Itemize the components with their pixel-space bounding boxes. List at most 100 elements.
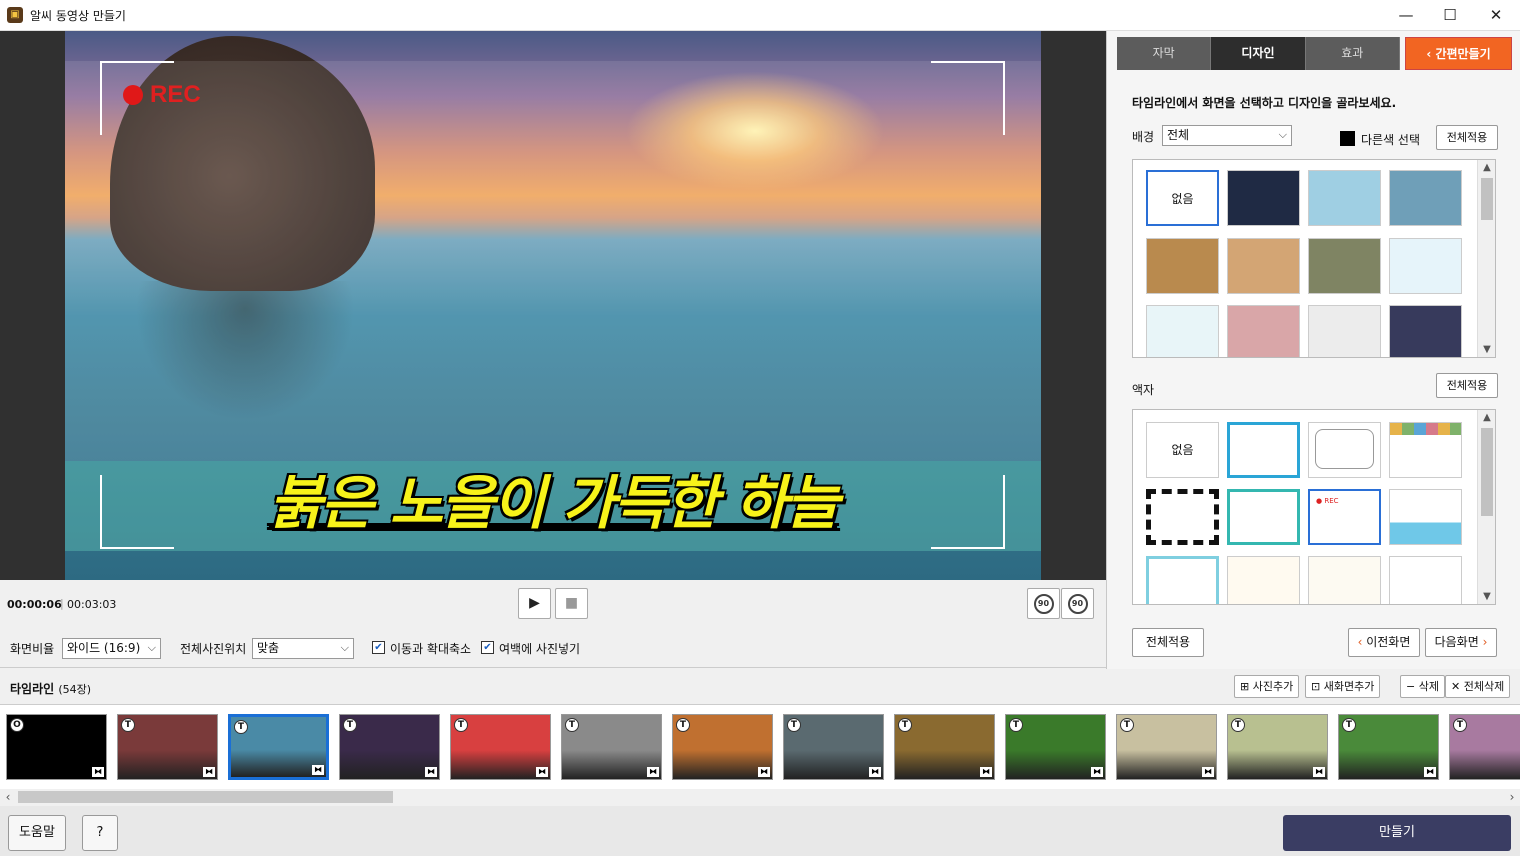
- timeline-thumbnail[interactable]: T⧓: [672, 714, 773, 780]
- rotate-right-button[interactable]: 90: [1061, 588, 1094, 619]
- frame-scrollbar[interactable]: ▲ ▼: [1477, 410, 1495, 604]
- bg-tile[interactable]: [1227, 238, 1300, 294]
- prev-screen-button[interactable]: ‹ 이전화면: [1348, 628, 1420, 657]
- timeline-thumbnail[interactable]: T⧓: [561, 714, 662, 780]
- frame-tile-film[interactable]: [1146, 489, 1219, 545]
- rotate-left-button[interactable]: 90: [1027, 588, 1060, 619]
- bg-scroll-thumb[interactable]: [1481, 178, 1493, 220]
- add-screen-button[interactable]: ⊡ 새화면추가: [1305, 675, 1381, 698]
- move-zoom-checkbox[interactable]: ✔: [372, 641, 385, 654]
- frame-tile-rec[interactable]: ● REC: [1308, 489, 1381, 545]
- transition-icon[interactable]: ⧓: [869, 767, 881, 777]
- frame-tile-whale[interactable]: [1389, 489, 1462, 545]
- play-button[interactable]: ▶: [518, 588, 551, 619]
- maximize-button[interactable]: ☐: [1427, 0, 1473, 31]
- bg-tile[interactable]: [1146, 238, 1219, 294]
- background-filter-select[interactable]: 전체: [1162, 125, 1292, 146]
- timeline-scrollbar[interactable]: ‹ ›: [0, 789, 1520, 805]
- timeline-thumbnail[interactable]: O ⧓: [6, 714, 107, 780]
- transition-icon[interactable]: ⧓: [536, 767, 548, 777]
- next-screen-button[interactable]: 다음화면 ›: [1425, 628, 1497, 657]
- bg-tile[interactable]: [1308, 170, 1381, 226]
- transition-icon[interactable]: ⧓: [1202, 767, 1214, 777]
- timeline-thumbnail[interactable]: T⧓: [1338, 714, 1439, 780]
- frame-tile-none[interactable]: 없음: [1146, 422, 1219, 478]
- frame-tile-bunting[interactable]: [1389, 422, 1462, 478]
- question-button[interactable]: ?: [82, 815, 118, 851]
- bg-scrollbar[interactable]: ▲ ▼: [1477, 160, 1495, 357]
- bg-tile[interactable]: [1146, 305, 1219, 357]
- timeline-thumbnail[interactable]: T⧓: [339, 714, 440, 780]
- bg-tile[interactable]: [1227, 305, 1300, 357]
- other-color-label[interactable]: 다른색 선택: [1361, 131, 1420, 148]
- scroll-up-icon[interactable]: ▲: [1478, 412, 1495, 423]
- tab-subtitle[interactable]: 자막: [1117, 37, 1212, 70]
- apply-all-button[interactable]: 전체적용: [1132, 628, 1204, 657]
- transition-icon[interactable]: ⧓: [312, 765, 324, 775]
- easy-make-button[interactable]: ‹ 간편만들기: [1405, 37, 1512, 70]
- ratio-select[interactable]: 와이드 (16:9): [62, 638, 161, 659]
- make-button[interactable]: 만들기: [1283, 815, 1511, 851]
- add-photo-button[interactable]: ⊞ 사진추가: [1234, 675, 1300, 698]
- frame-tile-notebook[interactable]: [1308, 556, 1381, 604]
- timeline-thumbnail[interactable]: T⧓: [1449, 714, 1520, 780]
- transition-icon[interactable]: ⧓: [1313, 767, 1325, 777]
- transition-icon[interactable]: ⧓: [758, 767, 770, 777]
- transition-icon[interactable]: ⧓: [203, 767, 215, 777]
- timeline-thumbnail[interactable]: T⧓: [450, 714, 551, 780]
- transition-icon[interactable]: ⧓: [425, 767, 437, 777]
- timeline-thumbnail[interactable]: T⧓: [894, 714, 995, 780]
- bg-apply-all-button[interactable]: 전체적용: [1436, 125, 1498, 150]
- preview-area: REC 붉은 노을이 가득한 하늘: [0, 31, 1106, 580]
- position-select[interactable]: 맞춤: [252, 638, 354, 659]
- bg-tile[interactable]: [1389, 238, 1462, 294]
- delete-all-button[interactable]: ✕ 전체삭제: [1445, 675, 1511, 698]
- frame-tile-autumn[interactable]: [1389, 556, 1462, 604]
- add-screen-label: 새화면추가: [1323, 680, 1375, 693]
- timeline-thumbnail[interactable]: T⧓: [1005, 714, 1106, 780]
- scroll-down-icon[interactable]: ▼: [1478, 591, 1495, 602]
- transition-icon[interactable]: ⧓: [92, 767, 104, 777]
- close-button[interactable]: ✕: [1473, 0, 1519, 31]
- help-button[interactable]: 도움말: [8, 815, 66, 851]
- transition-icon[interactable]: ⧓: [1424, 767, 1436, 777]
- scroll-left-icon[interactable]: ‹: [0, 789, 16, 805]
- stop-button[interactable]: ■: [555, 588, 588, 619]
- bg-tile[interactable]: [1389, 170, 1462, 226]
- bg-tile[interactable]: [1308, 305, 1381, 357]
- timeline-thumbnail[interactable]: T⧓: [783, 714, 884, 780]
- timeline-thumbnail[interactable]: T⧓: [1116, 714, 1217, 780]
- frame-tile-flower[interactable]: [1227, 556, 1300, 604]
- frame-scroll-thumb[interactable]: [1481, 428, 1493, 516]
- frame-tile-rounded[interactable]: [1308, 422, 1381, 478]
- tab-design[interactable]: 디자인: [1211, 37, 1306, 70]
- timeline-thumbnail[interactable]: T⧓: [1227, 714, 1328, 780]
- delete-button[interactable]: − 삭제: [1400, 675, 1445, 698]
- bg-tile[interactable]: [1308, 238, 1381, 294]
- title-bar: ▣ 알씨 동영상 만들기 — ☐ ✕: [0, 0, 1520, 31]
- thumbnail-badge: T: [787, 718, 801, 732]
- bg-tile-none[interactable]: 없음: [1146, 170, 1219, 226]
- bg-tile[interactable]: [1389, 305, 1462, 357]
- bg-tile[interactable]: [1227, 170, 1300, 226]
- color-swatch[interactable]: [1340, 131, 1355, 146]
- margin-fill-checkbox[interactable]: ✔: [481, 641, 494, 654]
- scroll-up-icon[interactable]: ▲: [1478, 162, 1495, 173]
- scroll-right-icon[interactable]: ›: [1504, 789, 1520, 805]
- transition-icon[interactable]: ⧓: [980, 767, 992, 777]
- tab-effect[interactable]: 효과: [1306, 37, 1400, 70]
- transition-icon[interactable]: ⧓: [1091, 767, 1103, 777]
- frame-apply-all-button[interactable]: 전체적용: [1436, 373, 1498, 398]
- frame-tile-sea[interactable]: [1146, 556, 1219, 604]
- frame-tile-blue[interactable]: [1227, 422, 1300, 478]
- scroll-down-icon[interactable]: ▼: [1478, 344, 1495, 355]
- transition-icon[interactable]: ⧓: [647, 767, 659, 777]
- timeline-thumbnail[interactable]: T⧓: [117, 714, 218, 780]
- preview-image[interactable]: REC 붉은 노을이 가득한 하늘: [65, 31, 1041, 580]
- timeline-scroll-thumb[interactable]: [18, 791, 393, 803]
- ratio-label: 화면비율: [10, 642, 55, 656]
- frame-tile-teal[interactable]: [1227, 489, 1300, 545]
- app-icon: ▣: [7, 7, 23, 23]
- minimize-button[interactable]: —: [1383, 0, 1429, 31]
- timeline-thumbnail[interactable]: T⧓: [228, 714, 329, 780]
